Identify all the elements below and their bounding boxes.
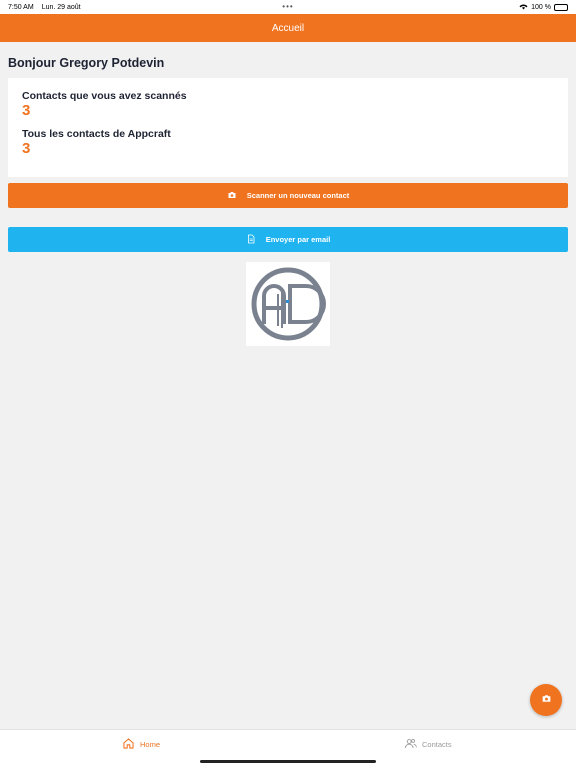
status-date: Lun. 29 août [41,3,81,11]
scanned-contacts-count: 3 [22,102,31,119]
send-email-button[interactable]: Envoyer par email [8,227,568,252]
send-email-label: Envoyer par email [265,235,331,244]
status-time: 7:50 AM [8,3,34,11]
battery-icon [554,3,568,11]
camera-icon [541,691,552,709]
wifi-icon [519,3,528,12]
contacts-icon [404,737,417,752]
tab-home[interactable]: Home [122,737,160,752]
tab-contacts-label: Contacts [422,740,452,749]
all-contacts-count: 3 [22,140,31,157]
stats-card: Contacts que vous avez scannés 3 Tous le… [8,78,568,177]
document-icon [246,234,256,246]
nav-bar: Accueil [0,14,576,42]
scanned-contacts-label: Contacts que vous avez scannés [22,90,187,102]
floating-scan-button[interactable] [530,684,562,716]
nav-title: Accueil [271,22,305,34]
all-contacts-label: Tous les contacts de Appcraft [22,128,171,140]
tab-home-label: Home [140,740,161,749]
scan-contact-label: Scanner un nouveau contact [246,191,350,200]
greeting-text: Bonjour Gregory Potdevin [8,56,165,70]
tab-contacts[interactable]: Contacts [404,737,452,752]
battery-percent: 100 % [531,3,551,11]
company-logo [246,262,330,346]
camera-icon [227,190,237,202]
scan-contact-button[interactable]: Scanner un nouveau contact [8,183,568,208]
home-indicator[interactable] [200,760,376,763]
status-bar: 7:50 AM Lun. 29 août ••• 100 % [0,0,576,14]
home-icon [122,737,135,752]
multitasking-dots[interactable]: ••• [282,2,293,11]
